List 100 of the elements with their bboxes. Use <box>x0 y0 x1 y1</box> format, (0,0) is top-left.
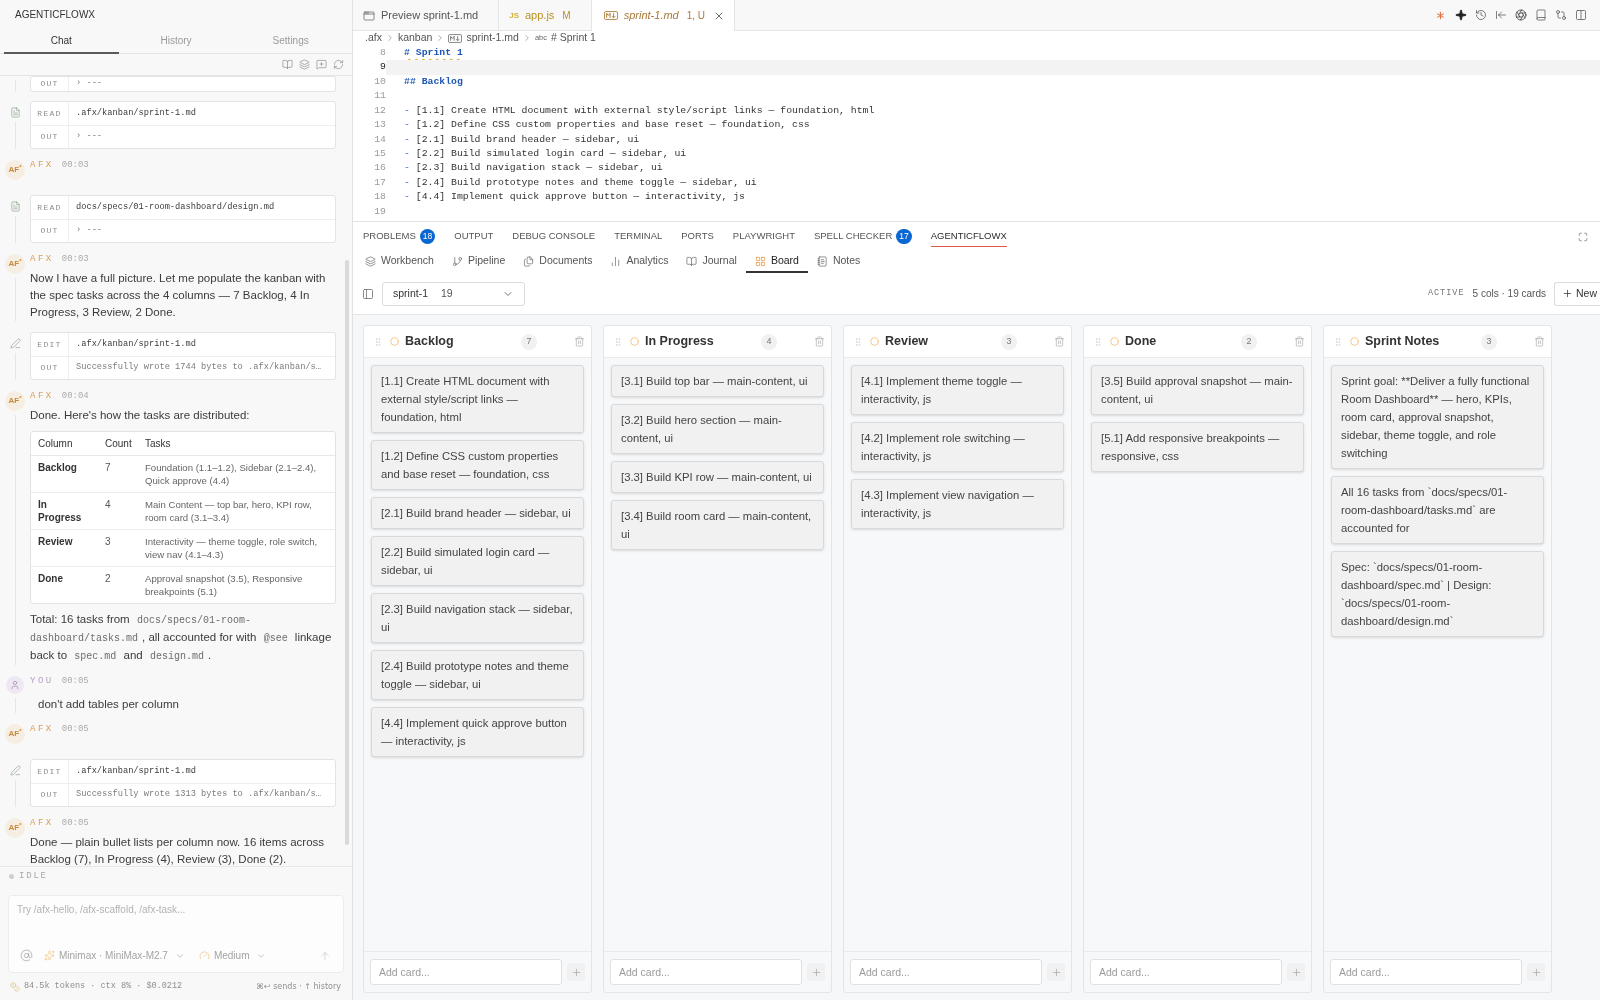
view-tab[interactable]: Workbench <box>356 251 443 273</box>
view-tab[interactable]: Journal <box>677 251 746 273</box>
columns-icon[interactable] <box>1575 9 1587 21</box>
column-title: Done <box>1125 333 1157 351</box>
sprint-select[interactable]: sprint-1 19 <box>382 281 525 306</box>
panel-tab[interactable]: OUTPUT <box>454 226 494 247</box>
task-card[interactable]: [2.3] Build navigation stack — sidebar, ui <box>371 593 584 643</box>
tool-call-text: › --- <box>76 224 103 238</box>
task-card[interactable]: Sprint goal: **Deliver a fully functional Room Dashboard** — hero, KPIs, room card, approval snapshot, sidebar, theme toggle, and role switching <box>1331 365 1544 469</box>
new-chat-icon[interactable] <box>316 59 327 70</box>
view-tab[interactable]: Analytics <box>601 251 678 273</box>
compare-icon[interactable] <box>1555 9 1567 21</box>
task-card[interactable]: [2.1] Build brand header — sidebar, ui <box>371 497 584 529</box>
view-tab[interactable]: Pipeline <box>442 251 515 273</box>
task-card[interactable]: [4.2] Implement role switching — interactivity, js <box>851 422 1064 472</box>
column-header: Column <box>38 438 73 449</box>
trash-icon[interactable] <box>1054 336 1065 347</box>
task-card[interactable]: Spec: `docs/specs/01-room-dashboard/spec.md` | Design: `docs/specs/01-room-dashboard/design.md` <box>1331 551 1544 637</box>
task-card[interactable]: [1.2] Define CSS custom properties and base reset — foundation, css <box>371 440 584 490</box>
book-icon[interactable] <box>282 59 293 70</box>
panel-tab[interactable]: TERMINAL <box>614 226 663 247</box>
line-number: 8 <box>379 45 386 60</box>
history-icon[interactable] <box>1475 9 1487 21</box>
trash-icon[interactable] <box>574 336 585 347</box>
task-card[interactable]: [3.3] Build KPI row — main-content, ui <box>611 461 824 493</box>
task-card[interactable]: [4.1] Implement theme toggle — interactivity, js <box>851 365 1064 415</box>
task-card[interactable]: [4.4] Implement quick approve button — interactivity, js <box>371 707 584 757</box>
drag-handle-icon[interactable] <box>1333 336 1343 347</box>
sidebar-toggle-icon[interactable] <box>362 287 374 300</box>
message-time: 00:03 <box>61 159 89 173</box>
tool-call-text: › --- <box>76 77 103 91</box>
breadcrumb-item[interactable]: .afx <box>365 30 382 46</box>
new-column-button[interactable]: New <box>1554 281 1600 306</box>
add-card-input[interactable]: Add card... <box>850 959 1042 985</box>
task-card[interactable]: [5.1] Add responsive breakpoints — responsive, css <box>1091 422 1304 472</box>
book-icon[interactable] <box>1535 9 1547 21</box>
add-card-button[interactable] <box>807 963 825 981</box>
agent-avatar: AF$^{*}$ <box>5 724 25 744</box>
plus-icon <box>1050 966 1062 978</box>
markdown-icon <box>603 11 618 20</box>
task-card[interactable]: All 16 tasks from `docs/specs/01-room-dashboard/tasks.md` are accounted for <box>1331 476 1544 544</box>
add-card-button[interactable] <box>567 963 585 981</box>
message-time: 00:04 <box>61 390 89 404</box>
layers-icon[interactable] <box>299 59 310 70</box>
status-ring-icon <box>870 337 879 346</box>
panel-tab[interactable]: DEBUG CONSOLE <box>512 226 596 247</box>
panel-tab[interactable]: PORTS <box>681 226 714 247</box>
drag-handle-icon[interactable] <box>613 336 623 347</box>
drag-handle-icon[interactable] <box>1093 336 1103 347</box>
task-card[interactable]: [2.2] Build simulated login card — sidebar, ui <box>371 536 584 586</box>
aperture-icon[interactable] <box>1515 9 1527 21</box>
breadcrumb-item[interactable]: sprint-1.md <box>448 30 519 46</box>
message-time: 00:05 <box>61 675 89 689</box>
add-card-button[interactable] <box>1527 963 1545 981</box>
add-card-input[interactable]: Add card... <box>1330 959 1522 985</box>
view-tab[interactable]: Documents <box>514 251 602 273</box>
panel-tab[interactable]: PROBLEMS 18 <box>363 226 436 247</box>
trash-icon[interactable] <box>814 336 825 347</box>
breadcrumb-item[interactable]: kanban <box>397 30 433 46</box>
sidebar-tab[interactable]: Chat <box>4 29 119 54</box>
drag-handle-icon[interactable] <box>853 336 863 347</box>
arrow-left-icon[interactable] <box>1495 9 1507 21</box>
table-cell: 7 <box>105 462 111 473</box>
task-card[interactable]: [3.4] Build room card — main-content, ui <box>611 500 824 550</box>
task-card[interactable]: [3.1] Build top bar — main-content, ui <box>611 365 824 397</box>
status-ring-icon <box>1350 337 1359 346</box>
editor-tab[interactable]: sprint-1.md 1, U <box>591 0 736 31</box>
task-card[interactable]: [1.1] Create HTML document with external style/script links — foundation, html <box>371 365 584 433</box>
task-card[interactable]: [2.4] Build prototype notes and theme toggle — sidebar, ui <box>371 650 584 700</box>
at-sign-icon[interactable] <box>20 949 33 962</box>
sparkle-icon[interactable] <box>1455 9 1467 21</box>
plus-icon <box>810 966 822 978</box>
add-card-input[interactable]: Add card... <box>1090 959 1282 985</box>
line-number: 19 <box>373 204 386 219</box>
table-cell: Done <box>38 573 63 584</box>
task-card[interactable]: [3.5] Build approval snapshot — main-content, ui <box>1091 365 1304 415</box>
add-card-button[interactable] <box>1047 963 1065 981</box>
add-card-button[interactable] <box>1287 963 1305 981</box>
maximize-icon[interactable] <box>1578 231 1588 242</box>
line-number: 13 <box>373 118 386 133</box>
view-tab[interactable]: Notes <box>807 251 870 273</box>
panel-tab[interactable]: AGENTICFLOWX <box>930 226 1007 247</box>
status-ring-icon <box>1110 337 1119 346</box>
panel-tab[interactable]: SPELL CHECKER 17 <box>813 226 912 247</box>
refresh-icon[interactable] <box>333 59 344 70</box>
status-ring-icon <box>630 337 639 346</box>
message-input[interactable]: Try /afx-hello, /afx-scaffold, /afx-task... <box>9 896 343 930</box>
panel-tab[interactable]: PLAYWRIGHT <box>732 226 795 247</box>
task-card[interactable]: [4.3] Implement view navigation — interactivity, js <box>851 479 1064 529</box>
card-count: 7 <box>521 333 537 350</box>
trash-icon[interactable] <box>1534 336 1545 347</box>
add-card-input[interactable]: Add card... <box>610 959 802 985</box>
task-card[interactable]: [3.2] Build hero section — main-content, ui <box>611 404 824 454</box>
editor-tab[interactable]: Preview sprint-1.md <box>353 0 500 31</box>
add-card-input[interactable]: Add card... <box>370 959 562 985</box>
message-text: Done. Here's how the tasks are distributed: <box>30 408 251 423</box>
line-number: 12 <box>373 103 386 118</box>
drag-handle-icon[interactable] <box>373 336 383 347</box>
trash-icon[interactable] <box>1294 336 1305 347</box>
tool-call-text: Successfully wrote 1313 bytes to .afx/kanban/s… <box>76 788 322 802</box>
